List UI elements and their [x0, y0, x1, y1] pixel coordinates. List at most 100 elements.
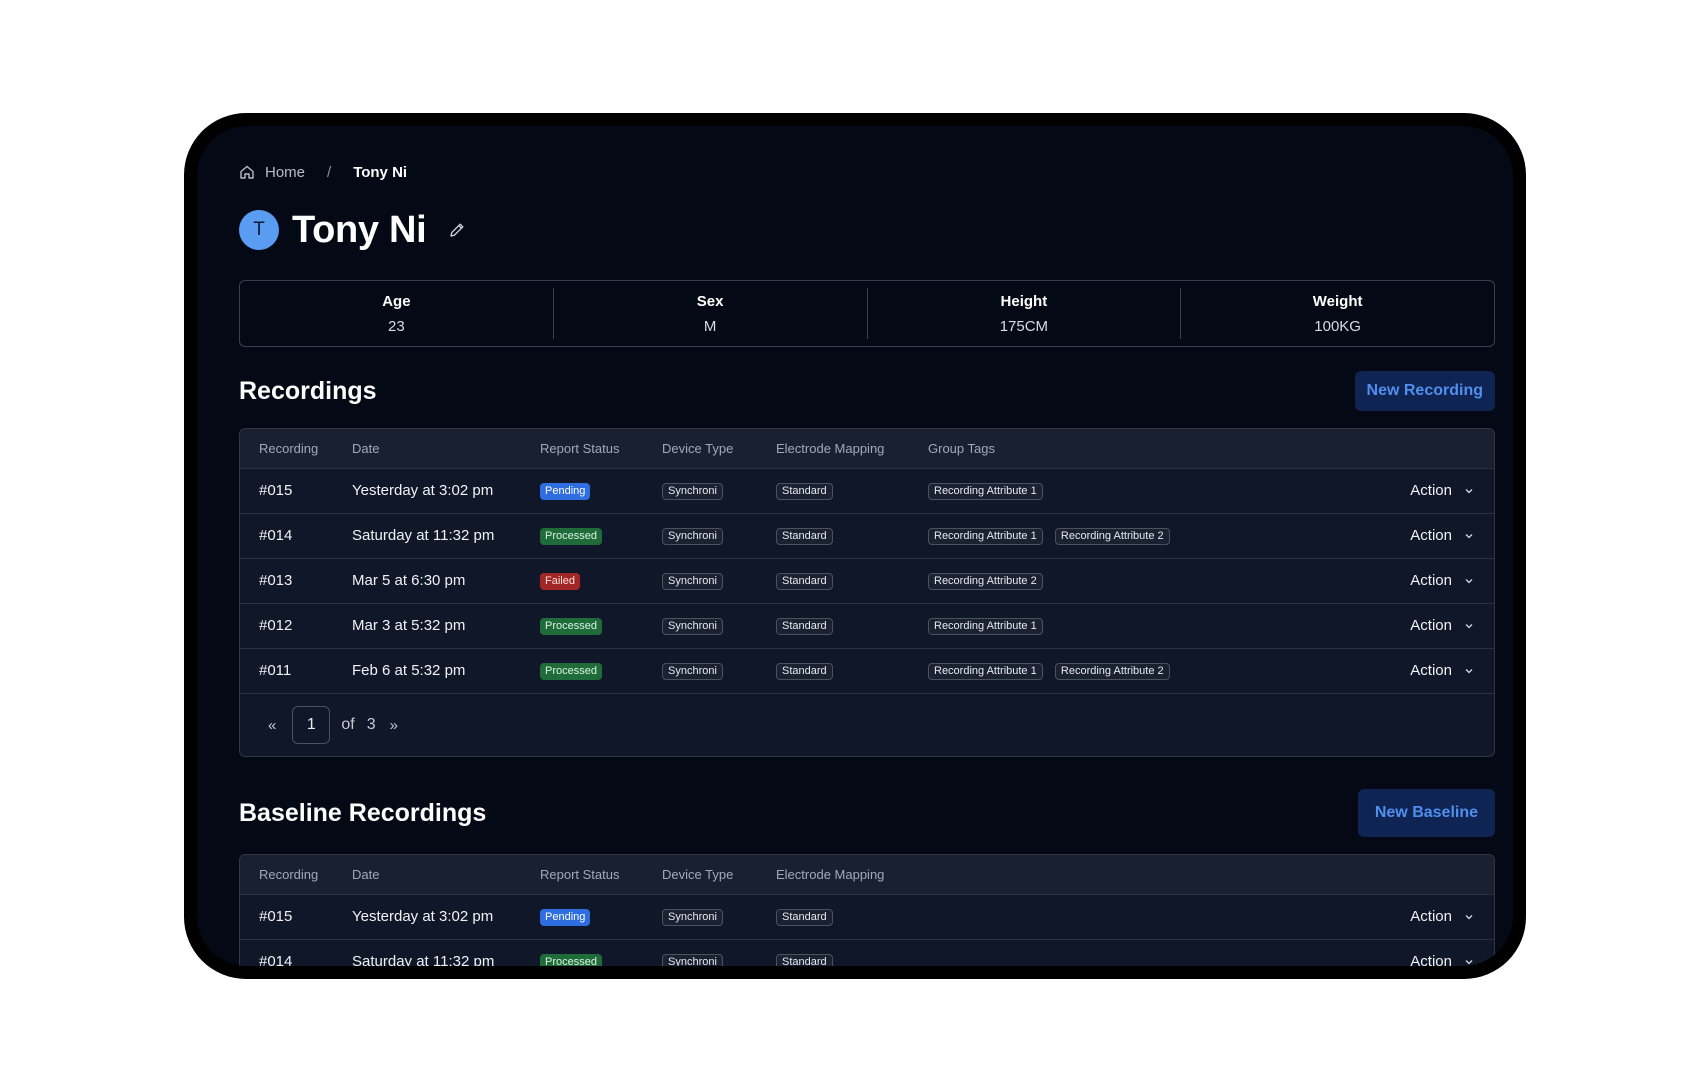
patient-page: Home / Tony Ni T Tony Ni Age 23 Sex M He…	[239, 160, 1495, 966]
screen: Home / Tony Ni T Tony Ni Age 23 Sex M He…	[197, 126, 1513, 966]
column-header-report-status[interactable]: Report Status	[540, 855, 662, 894]
recording-id: #011	[259, 662, 292, 680]
chevron-down-icon	[1464, 531, 1474, 541]
baseline-table: Recording Date Report Status Device Type…	[239, 854, 1495, 966]
table-row[interactable]: #013 Mar 5 at 6:30 pm Failed Synchroni S…	[240, 558, 1494, 603]
action-label: Action	[1410, 953, 1452, 966]
column-header-device-type[interactable]: Device Type	[662, 855, 776, 894]
action-dropdown[interactable]: Action	[1410, 482, 1474, 499]
stat-value: 175CM	[999, 317, 1049, 335]
stat-label: Height	[1000, 292, 1048, 310]
action-dropdown[interactable]: Action	[1410, 908, 1474, 925]
recording-date: Yesterday at 3:02 pm	[352, 482, 494, 499]
stat-value: 100KG	[1314, 317, 1361, 335]
column-header-report-status[interactable]: Report Status	[540, 429, 662, 468]
group-tag-chip: Recording Attribute 1	[928, 663, 1043, 681]
pagination-total-pages: 3	[366, 716, 376, 733]
status-badge: Pending	[540, 483, 591, 500]
recording-id: #012	[259, 617, 293, 634]
breadcrumb: Home / Tony Ni	[239, 160, 1495, 184]
recording-id: #014	[259, 527, 293, 544]
table-header-row: Recording Date Report Status Device Type…	[240, 429, 1494, 468]
breadcrumb-separator: /	[327, 163, 332, 181]
column-header-electrode-mapping[interactable]: Electrode Mapping	[776, 855, 928, 894]
page-number-input[interactable]: 1	[292, 706, 331, 744]
stat-label: Sex	[696, 292, 724, 310]
device-type-chip: Synchroni	[662, 663, 723, 681]
column-header-device-type[interactable]: Device Type	[662, 429, 776, 468]
table-row[interactable]: #011 Feb 6 at 5:32 pm Processed Synchron…	[240, 648, 1494, 693]
electrode-mapping-chip: Standard	[776, 663, 833, 681]
action-dropdown[interactable]: Action	[1410, 572, 1474, 589]
column-header-group-tags[interactable]: Group Tags	[928, 429, 1394, 468]
table-row[interactable]: #014 Saturday at 11:32 pm Processed Sync…	[240, 939, 1494, 966]
action-label: Action	[1410, 572, 1452, 589]
device-type-chip: Synchroni	[662, 909, 723, 926]
baseline-title: Baseline Recordings	[239, 798, 487, 827]
recording-id: #013	[259, 572, 293, 589]
column-header-recording[interactable]: Recording	[240, 855, 352, 894]
electrode-mapping-chip: Standard	[776, 618, 833, 635]
tablet-frame: Home / Tony Ni T Tony Ni Age 23 Sex M He…	[184, 113, 1526, 979]
action-label: Action	[1410, 617, 1452, 634]
device-type-chip: Synchroni	[662, 618, 723, 635]
device-type-chip: Synchroni	[662, 954, 723, 966]
pencil-icon[interactable]	[448, 221, 466, 239]
chevron-down-icon	[1464, 957, 1474, 966]
group-tag-chip: Recording Attribute 2	[928, 573, 1043, 590]
recording-id: #015	[259, 482, 293, 499]
recording-date: Yesterday at 3:02 pm	[352, 908, 494, 925]
action-label: Action	[1410, 527, 1452, 544]
stat-height: Height 175CM	[868, 288, 1182, 339]
patient-stats: Age 23 Sex M Height 175CM Weight 100KG	[239, 280, 1495, 347]
table-row[interactable]: #015 Yesterday at 3:02 pm Pending Synchr…	[240, 894, 1494, 939]
recordings-header: Recordings New Recording	[239, 371, 1495, 411]
table-row[interactable]: #012 Mar 3 at 5:32 pm Processed Synchron…	[240, 603, 1494, 648]
table-row[interactable]: #014 Saturday at 11:32 pm Processed Sync…	[240, 513, 1494, 558]
action-dropdown[interactable]: Action	[1410, 527, 1474, 544]
group-tag-chip: Recording Attribute 2	[1054, 528, 1170, 545]
status-badge: Failed	[540, 573, 580, 590]
chevron-down-icon	[1464, 912, 1474, 922]
column-header-recording[interactable]: Recording	[240, 429, 352, 468]
column-header-spacer	[928, 855, 1394, 894]
stat-label: Weight	[1312, 292, 1363, 310]
recording-date: Mar 3 at 5:32 pm	[352, 617, 466, 634]
baseline-header: Baseline Recordings New Baseline	[239, 789, 1495, 837]
device-type-chip: Synchroni	[662, 573, 723, 590]
status-badge: Processed	[540, 528, 602, 545]
recording-id: #014	[259, 953, 293, 966]
home-icon[interactable]	[239, 164, 255, 180]
stat-value: M	[703, 317, 717, 335]
breadcrumb-home-link[interactable]: Home	[265, 164, 305, 181]
action-dropdown[interactable]: Action	[1410, 662, 1474, 679]
status-badge: Processed	[540, 663, 602, 681]
electrode-mapping-chip: Standard	[776, 954, 833, 966]
new-recording-button[interactable]: New Recording	[1354, 371, 1495, 411]
table-row[interactable]: #015 Yesterday at 3:02 pm Pending Synchr…	[240, 468, 1494, 513]
chevron-down-icon	[1464, 621, 1474, 631]
column-header-electrode-mapping[interactable]: Electrode Mapping	[776, 429, 928, 468]
prev-page-button[interactable]: «	[268, 717, 276, 734]
recording-date: Saturday at 11:32 pm	[352, 527, 495, 544]
column-header-date[interactable]: Date	[352, 855, 540, 894]
chevron-down-icon	[1464, 486, 1474, 496]
action-label: Action	[1410, 482, 1452, 499]
recording-date: Feb 6 at 5:32 pm	[352, 662, 466, 680]
recordings-table: Recording Date Report Status Device Type…	[239, 428, 1495, 757]
recording-date: Mar 5 at 6:30 pm	[352, 572, 466, 589]
recording-id: #015	[259, 908, 293, 925]
chevron-down-icon	[1464, 576, 1474, 586]
recordings-title: Recordings	[239, 376, 377, 405]
table-header-row: Recording Date Report Status Device Type…	[240, 855, 1494, 894]
column-header-action	[1394, 429, 1494, 468]
action-label: Action	[1410, 662, 1452, 680]
breadcrumb-current: Tony Ni	[353, 163, 408, 181]
device-type-chip: Synchroni	[662, 528, 723, 545]
new-baseline-button[interactable]: New Baseline	[1357, 789, 1495, 837]
group-tag-chip: Recording Attribute 1	[928, 618, 1043, 635]
next-page-button[interactable]: »	[390, 717, 398, 734]
column-header-date[interactable]: Date	[352, 429, 540, 468]
action-dropdown[interactable]: Action	[1410, 617, 1474, 634]
action-dropdown[interactable]: Action	[1410, 953, 1474, 966]
